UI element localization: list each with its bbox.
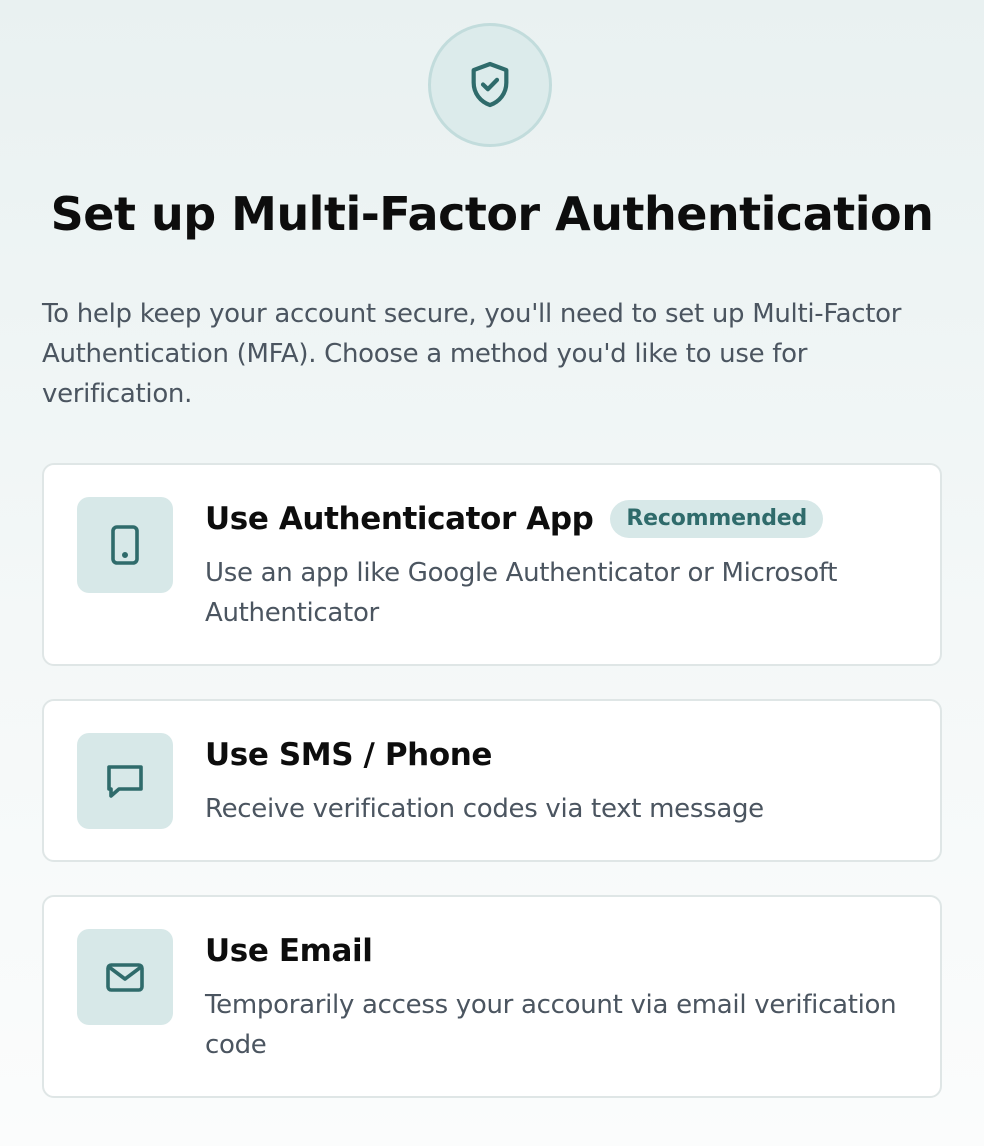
option-title: Use SMS / Phone <box>205 737 493 773</box>
option-description: Receive verification codes via text mess… <box>205 794 764 824</box>
recommended-badge: Recommended <box>610 500 824 538</box>
option-sms-phone[interactable]: Use SMS / Phone Receive verification cod… <box>42 699 942 862</box>
option-title: Use Authenticator App <box>205 501 594 537</box>
option-title: Use Email <box>205 933 373 969</box>
message-icon <box>77 733 173 829</box>
mail-icon <box>77 929 173 1025</box>
option-email[interactable]: Use Email Temporarily access your accoun… <box>42 895 942 1098</box>
mfa-setup-page: Set up Multi-Factor Authentication To he… <box>0 0 984 1146</box>
tablet-icon <box>77 497 173 593</box>
page-title: Set up Multi-Factor Authentication <box>50 187 934 241</box>
option-description: Temporarily access your account via emai… <box>205 990 897 1060</box>
option-authenticator-app[interactable]: Use Authenticator App Recommended Use an… <box>42 463 942 666</box>
shield-check-icon <box>428 23 552 147</box>
option-description: Use an app like Google Authenticator or … <box>205 558 838 628</box>
intro-description: To help keep your account secure, you'll… <box>42 299 902 409</box>
